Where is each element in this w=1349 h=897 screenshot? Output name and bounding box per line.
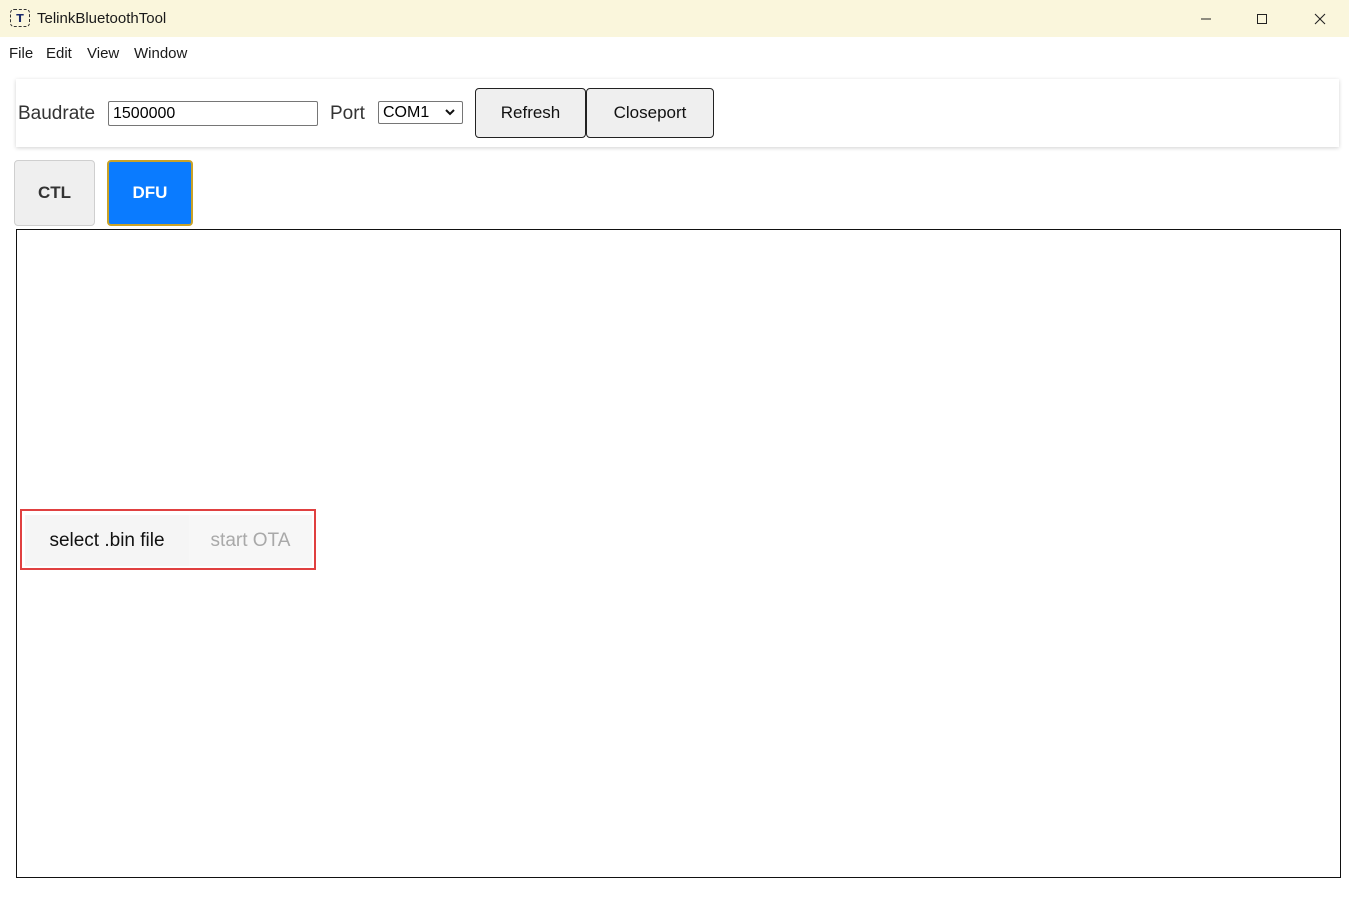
tab-dfu[interactable]: DFU xyxy=(107,160,193,226)
start-ota-button[interactable]: start OTA xyxy=(189,515,312,566)
menu-file[interactable]: File xyxy=(9,45,33,62)
port-select[interactable]: COM1 xyxy=(378,101,463,124)
menu-edit[interactable]: Edit xyxy=(46,45,72,62)
menu-bar: File Edit View Window xyxy=(0,37,1349,69)
port-selected-value: COM1 xyxy=(383,103,430,121)
baudrate-label: Baudrate xyxy=(18,103,96,124)
select-bin-file-button[interactable]: select .bin file xyxy=(25,515,189,566)
close-button[interactable] xyxy=(1291,0,1349,37)
menu-view[interactable]: View xyxy=(87,45,119,62)
port-label: Port xyxy=(330,103,365,124)
title-bar: T TelinkBluetoothTool xyxy=(0,0,1349,37)
closeport-button[interactable]: Closeport xyxy=(586,88,714,138)
chevron-down-icon xyxy=(445,109,455,116)
app-window: T TelinkBluetoothTool File Edit View Win… xyxy=(0,0,1349,897)
close-icon xyxy=(1314,13,1326,24)
baudrate-input[interactable] xyxy=(108,101,318,126)
refresh-button[interactable]: Refresh xyxy=(475,88,586,138)
menu-window[interactable]: Window xyxy=(134,45,187,62)
minimize-icon xyxy=(1201,18,1211,19)
app-logo-icon: T xyxy=(10,9,30,27)
ota-action-group: select .bin file start OTA xyxy=(20,509,316,570)
maximize-button[interactable] xyxy=(1233,0,1291,37)
maximize-icon xyxy=(1257,13,1267,24)
tab-ctl[interactable]: CTL xyxy=(14,160,95,226)
window-title: TelinkBluetoothTool xyxy=(37,10,167,27)
connection-toolbar: Baudrate Port COM1 Refresh Closeport xyxy=(16,79,1339,147)
minimize-button[interactable] xyxy=(1177,0,1235,37)
